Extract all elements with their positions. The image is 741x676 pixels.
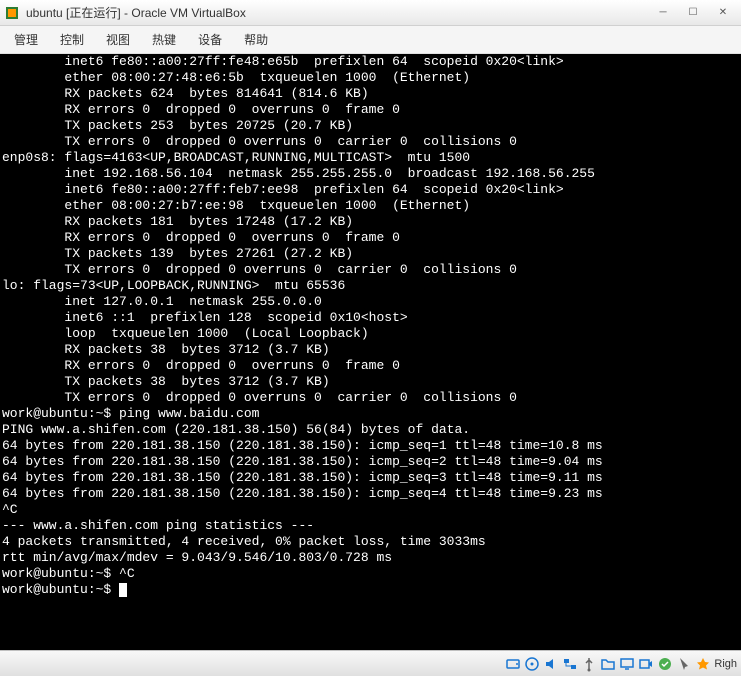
audio-icon[interactable] [543, 656, 559, 672]
close-button[interactable]: ✕ [709, 3, 737, 23]
maximize-button[interactable]: ☐ [679, 3, 707, 23]
titlebar: ubuntu [正在运行] - Oracle VM VirtualBox ─ ☐… [0, 0, 741, 26]
menu-help[interactable]: 帮助 [234, 27, 278, 52]
menu-control[interactable]: 控制 [50, 27, 94, 52]
menu-hotkeys[interactable]: 热键 [142, 27, 186, 52]
hard-disk-icon[interactable] [505, 656, 521, 672]
host-key-icon[interactable] [695, 656, 711, 672]
optical-disk-icon[interactable] [524, 656, 540, 672]
mouse-integration-icon[interactable] [676, 656, 692, 672]
menubar: 管理 控制 视图 热键 设备 帮助 [0, 26, 741, 54]
menu-manage[interactable]: 管理 [4, 27, 48, 52]
recording-icon[interactable] [638, 656, 654, 672]
shared-folder-icon[interactable] [600, 656, 616, 672]
window-controls: ─ ☐ ✕ [649, 3, 737, 23]
app-icon [4, 5, 20, 21]
guest-additions-icon[interactable] [657, 656, 673, 672]
window-title: ubuntu [正在运行] - Oracle VM VirtualBox [26, 4, 649, 21]
host-key-label: Righ [714, 658, 737, 670]
menu-devices[interactable]: 设备 [188, 27, 232, 52]
display-icon[interactable] [619, 656, 635, 672]
menu-view[interactable]: 视图 [96, 27, 140, 52]
usb-icon[interactable] [581, 656, 597, 672]
network-icon[interactable] [562, 656, 578, 672]
terminal-output[interactable]: inet6 fe80::a00:27ff:fe48:e65b prefixlen… [0, 54, 741, 650]
statusbar: Righ [0, 650, 741, 676]
minimize-button[interactable]: ─ [649, 3, 677, 23]
